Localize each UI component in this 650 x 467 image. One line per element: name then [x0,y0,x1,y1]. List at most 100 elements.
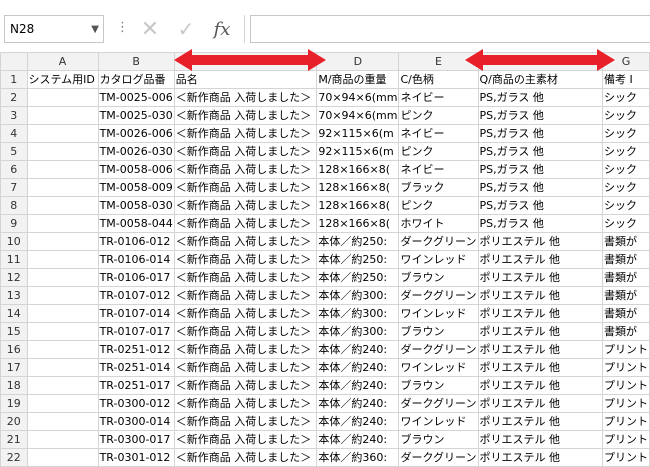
row-header[interactable]: 12 [0,268,28,287]
cell-c[interactable]: ＜新作商品 入荷しました＞ [173,160,318,179]
row-header[interactable]: 20 [0,412,28,431]
cell-f[interactable]: ポリエステル 他 [477,376,603,395]
cell-c[interactable]: ＜新作商品 入荷しました＞ [173,142,318,161]
cell-g[interactable]: シック [601,214,650,233]
cell-e[interactable]: ブラック [398,178,479,197]
cell-f[interactable]: ポリエステル 他 [477,286,603,305]
cell-b[interactable]: TM-0058-009 [97,178,175,197]
cell-e[interactable]: ダークグリーン [398,232,479,251]
cell-a[interactable] [26,142,99,161]
cell-c[interactable]: ＜新作商品 入荷しました＞ [173,340,318,359]
cell-e[interactable]: ピンク [398,106,479,125]
row-header[interactable]: 7 [0,178,28,197]
select-all-corner[interactable] [0,52,28,71]
cell-d[interactable]: 92×115×6(m [316,142,400,161]
cell-f[interactable]: PS,ガラス 他 [477,178,603,197]
cell-g[interactable]: シック [601,106,650,125]
cell-b[interactable]: TM-0058-030 [97,196,175,215]
cell-f[interactable]: ポリエステル 他 [477,394,603,413]
cell-f[interactable]: ポリエステル 他 [477,250,603,269]
cell-g[interactable]: プリント [601,412,650,431]
cell-d[interactable]: 128×166×8( [316,196,400,215]
cell-f[interactable]: Q/商品の主素材 [477,70,603,89]
cell-d[interactable]: 本体／約240: [316,340,400,359]
cell-e[interactable]: ピンク [398,196,479,215]
cell-e[interactable]: ネイビー [398,160,479,179]
cell-c[interactable]: ＜新作商品 入荷しました＞ [173,376,318,395]
cell-a[interactable] [26,412,99,431]
row-header[interactable]: 22 [0,448,28,467]
cell-g[interactable]: シック [601,196,650,215]
cell-d[interactable]: 本体／約300: [316,304,400,323]
cell-e[interactable]: ネイビー [398,88,479,107]
row-header[interactable]: 18 [0,376,28,395]
cell-b[interactable]: TR-0107-014 [97,304,175,323]
formula-input[interactable] [250,15,650,43]
cell-e[interactable]: ワインレッド [398,304,479,323]
cell-d[interactable]: 本体／約250: [316,268,400,287]
cell-b[interactable]: TM-0026-030 [97,142,175,161]
cell-c[interactable]: ＜新作商品 入荷しました＞ [173,124,318,143]
cell-a[interactable] [26,358,99,377]
cell-c[interactable]: ＜新作商品 入荷しました＞ [173,178,318,197]
cell-d[interactable]: 本体／約240: [316,358,400,377]
cell-d[interactable]: 本体／約240: [316,394,400,413]
cell-g[interactable]: 書類が [601,250,650,269]
cell-b[interactable]: TR-0251-017 [97,376,175,395]
cell-d[interactable]: 70×94×6(mm [316,88,400,107]
cell-a[interactable] [26,376,99,395]
cell-b[interactable]: TR-0106-017 [97,268,175,287]
row-header[interactable]: 19 [0,394,28,413]
cell-e[interactable]: ダークグリーン [398,448,479,467]
row-header[interactable]: 3 [0,106,28,125]
cell-e[interactable]: ダークグリーン [398,394,479,413]
more-options-icon[interactable]: ⋮ [116,20,129,35]
cell-d[interactable]: 本体／約240: [316,376,400,395]
cell-e[interactable]: ダークグリーン [398,286,479,305]
row-header[interactable]: 6 [0,160,28,179]
cell-c[interactable]: ＜新作商品 入荷しました＞ [173,430,318,449]
cell-c[interactable]: ＜新作商品 入荷しました＞ [173,394,318,413]
row-header[interactable]: 17 [0,358,28,377]
cell-b[interactable]: TR-0300-017 [97,430,175,449]
cell-f[interactable]: PS,ガラス 他 [477,124,603,143]
cell-g[interactable]: プリント [601,376,650,395]
cell-e[interactable]: ダークグリーン [398,340,479,359]
cell-a[interactable] [26,286,99,305]
cell-d[interactable]: 128×166×8( [316,160,400,179]
cell-g[interactable]: シック [601,178,650,197]
cell-c[interactable]: ＜新作商品 入荷しました＞ [173,358,318,377]
cell-b[interactable]: TR-0301-012 [97,448,175,467]
cell-b[interactable]: TM-0025-030 [97,106,175,125]
cell-g[interactable]: 書類が [601,268,650,287]
cell-b[interactable]: TR-0300-012 [97,394,175,413]
row-header[interactable]: 10 [0,232,28,251]
cell-e[interactable]: ワインレッド [398,412,479,431]
cell-g[interactable]: シック [601,160,650,179]
row-header[interactable]: 1 [0,70,28,89]
cell-f[interactable]: PS,ガラス 他 [477,142,603,161]
cell-a[interactable] [26,214,99,233]
cell-d[interactable]: 本体／約300: [316,322,400,341]
cell-c[interactable]: ＜新作商品 入荷しました＞ [173,106,318,125]
cell-a[interactable] [26,178,99,197]
cell-g[interactable]: プリント [601,340,650,359]
cell-f[interactable]: ポリエステル 他 [477,304,603,323]
cell-f[interactable]: PS,ガラス 他 [477,88,603,107]
cell-c[interactable]: ＜新作商品 入荷しました＞ [173,88,318,107]
cell-d[interactable]: 本体／約250: [316,232,400,251]
cell-g[interactable]: 書類が [601,322,650,341]
cell-b[interactable]: TM-0058-006 [97,160,175,179]
cell-c[interactable]: 品名 [173,70,318,89]
cell-a[interactable] [26,124,99,143]
cell-g[interactable]: プリント [601,358,650,377]
row-header[interactable]: 15 [0,322,28,341]
column-header-b[interactable]: B [97,52,175,71]
cell-g[interactable]: 備考 I [601,70,650,89]
cell-c[interactable]: ＜新作商品 入荷しました＞ [173,214,318,233]
cell-f[interactable]: ポリエステル 他 [477,358,603,377]
cell-f[interactable]: ポリエステル 他 [477,448,603,467]
cell-e[interactable]: ホワイト [398,214,479,233]
cell-g[interactable]: プリント [601,448,650,467]
row-header[interactable]: 11 [0,250,28,269]
